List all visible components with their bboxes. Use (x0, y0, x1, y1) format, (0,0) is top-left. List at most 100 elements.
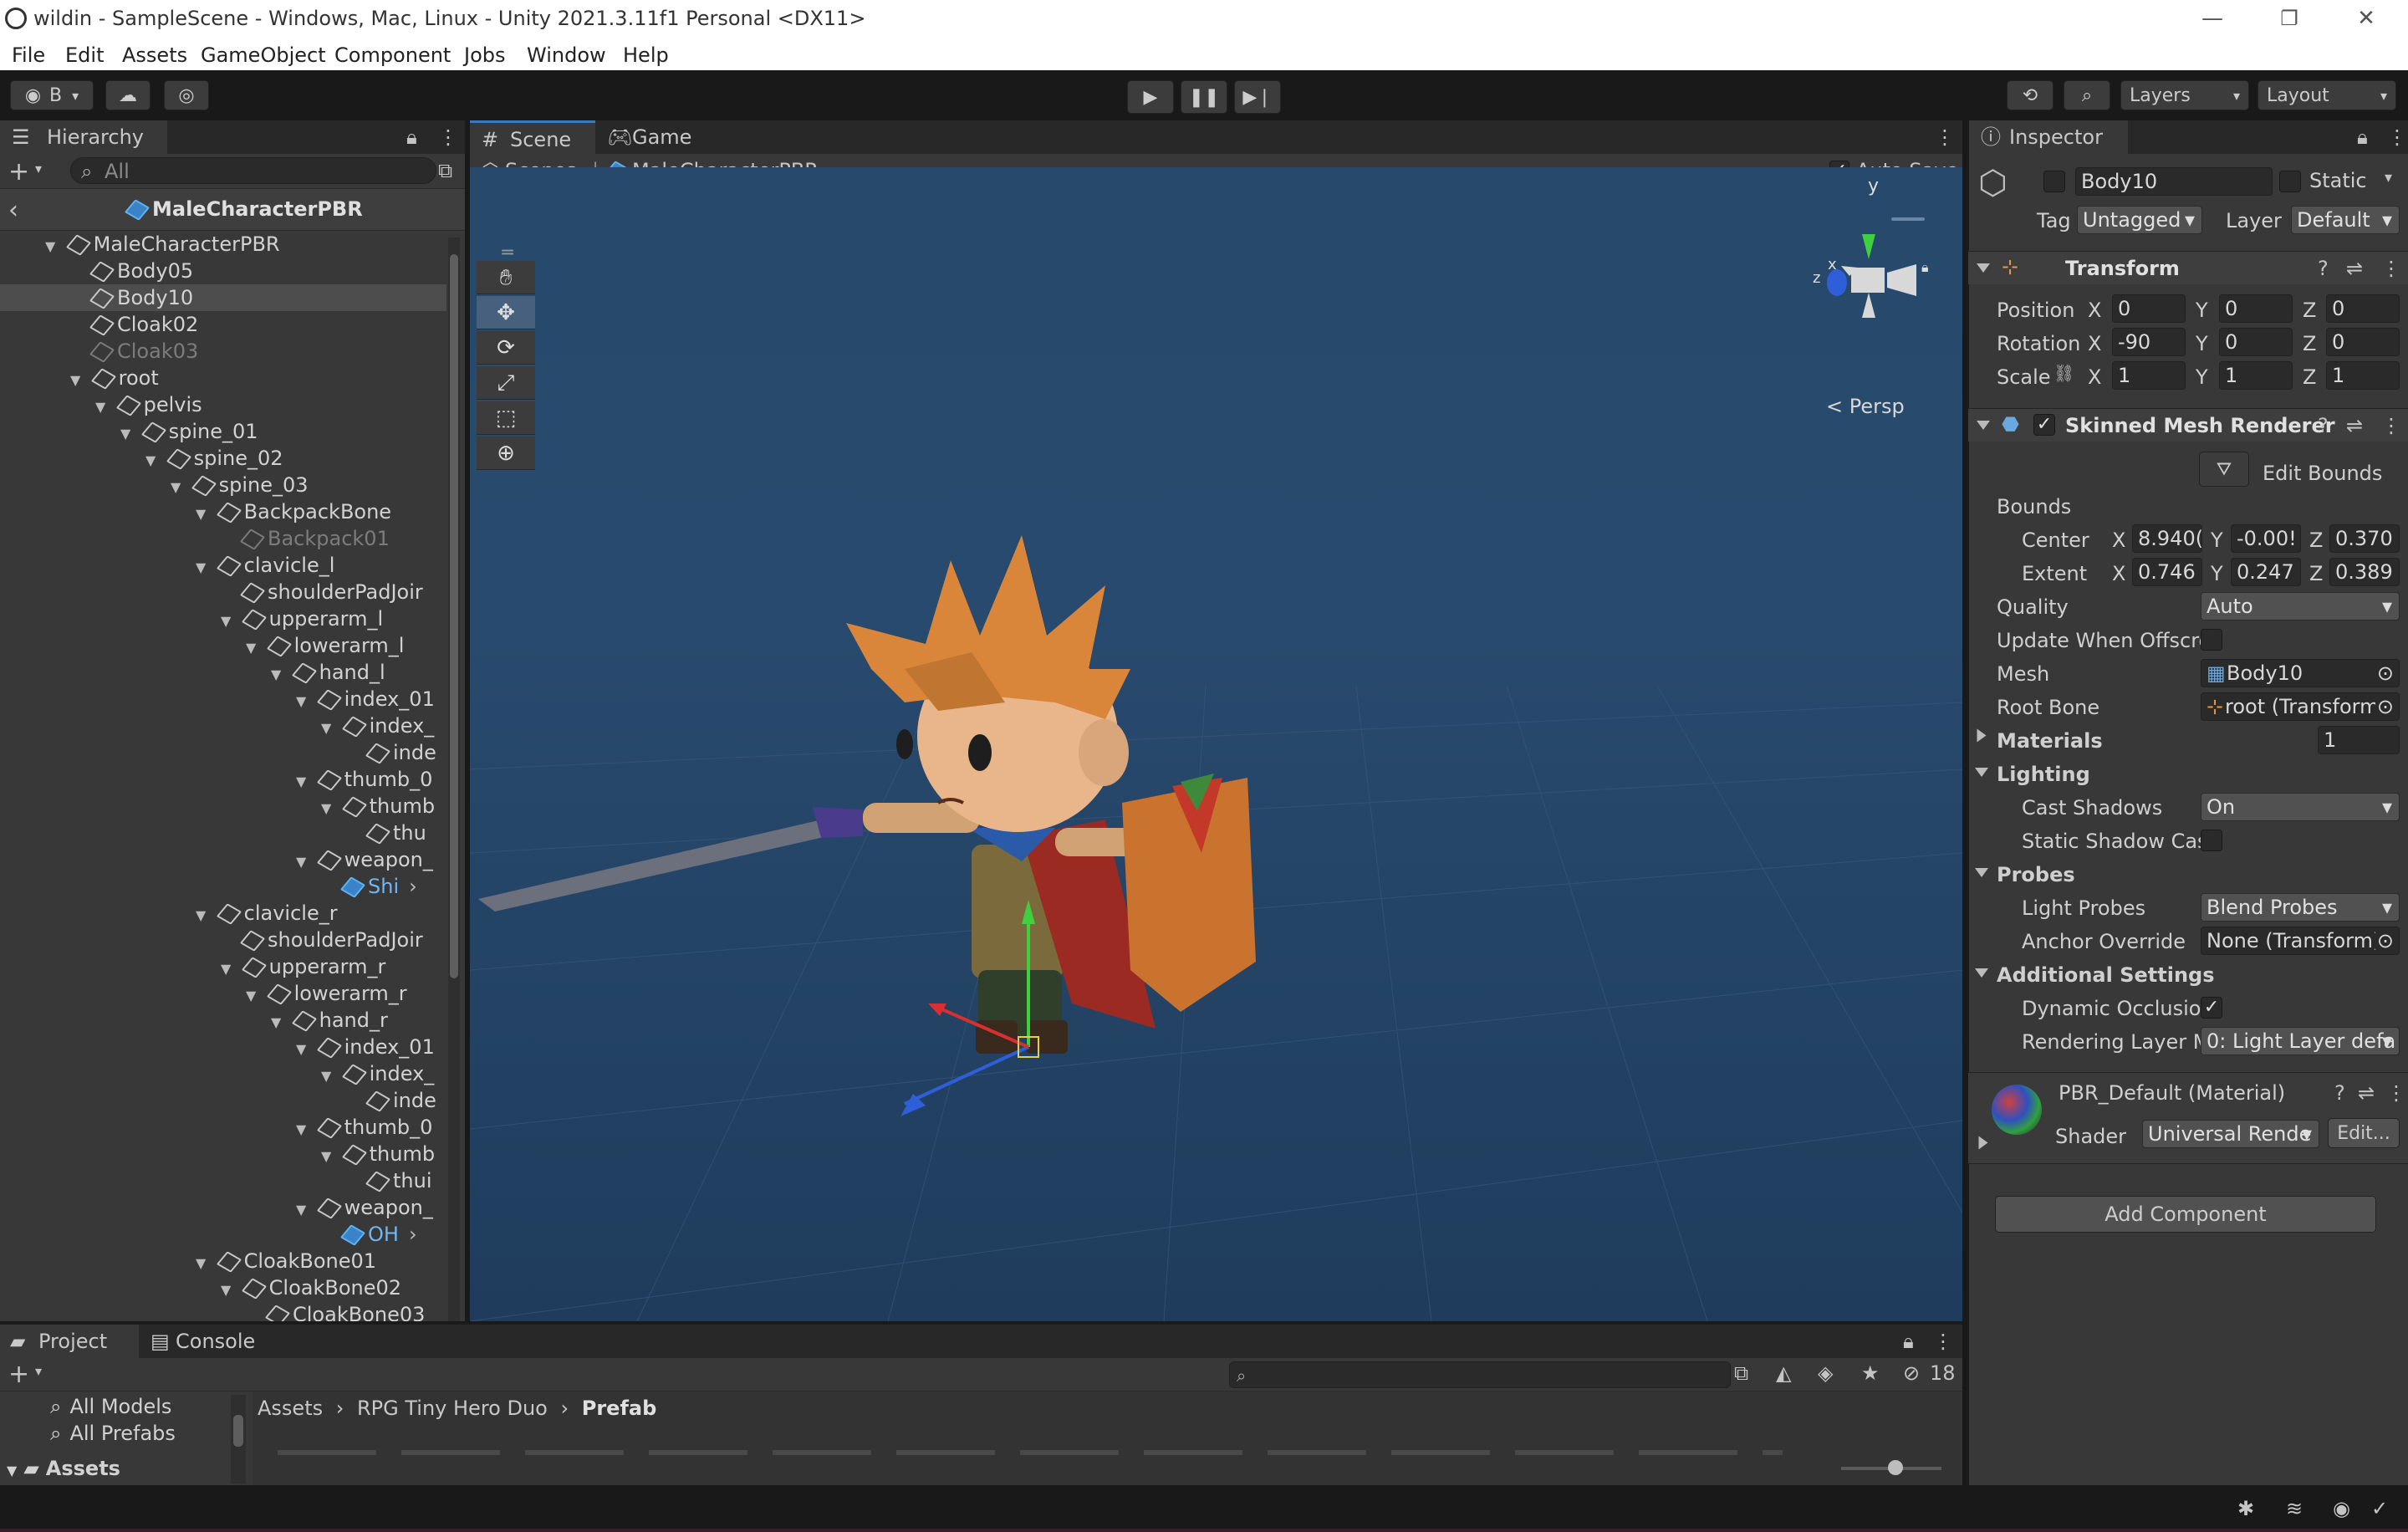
cache-server-icon[interactable]: ✓ (2371, 1497, 2388, 1520)
hierarchy-row[interactable]: ▼ MaleCharacterPBR (45, 231, 280, 258)
path-assets[interactable]: Assets (258, 1397, 323, 1420)
layer-dropdown[interactable]: Default (2291, 206, 2400, 234)
rotation-z-field[interactable]: 0 (2326, 328, 2400, 356)
expand-arrow-icon[interactable]: ▼ (221, 1277, 239, 1304)
expand-arrow-icon[interactable]: ▼ (321, 1063, 339, 1090)
edit-shader-button[interactable]: Edit... (2328, 1118, 2400, 1148)
rotation-y-field[interactable]: 0 (2219, 328, 2293, 356)
expand-arrow-icon[interactable]: ▼ (120, 421, 139, 447)
hierarchy-row[interactable]: ▼ upperarm_l (221, 605, 383, 632)
light-probes-dropdown[interactable]: Blend Probes (2201, 893, 2400, 922)
hierarchy-row[interactable]: ▼ weapon_ (296, 1194, 433, 1221)
scale-y-field[interactable]: 1 (2219, 361, 2293, 390)
gizmo-lock-icon[interactable]: 🔒︎ (1921, 259, 1929, 276)
bug-icon[interactable]: ✱ (2237, 1497, 2254, 1520)
help-icon[interactable]: ? (2318, 414, 2329, 437)
hand-tool-icon[interactable]: ✋︎ (477, 261, 535, 294)
hierarchy-row[interactable]: CloakBone03 (246, 1301, 425, 1321)
hierarchy-row[interactable]: ▼ pelvis (95, 391, 202, 418)
scene-viewport[interactable]: y x z 🔒︎ < Persp ═ ✋︎ ✥ ⟳ ⤢ ⬚ ⊕ (470, 167, 1962, 1321)
cloud-icon[interactable]: ☁ (105, 80, 150, 110)
open-prefab-chevron-icon[interactable]: › (409, 875, 417, 898)
component-menu-icon[interactable]: ⋮ (2386, 1081, 2406, 1105)
static-dropdown-icon[interactable]: ▾ (2385, 169, 2392, 186)
orientation-gizmo[interactable] (1827, 234, 1916, 318)
menu-jobs[interactable]: Jobs (464, 43, 506, 67)
projection-label[interactable]: < Persp (1826, 395, 1905, 418)
presets-icon[interactable]: ⇌ (2358, 1081, 2375, 1105)
expand-arrow-icon[interactable]: ▼ (196, 554, 214, 581)
hierarchy-row[interactable]: ▼ thumb_0 (296, 1114, 432, 1141)
expand-arrow-icon[interactable]: ▼ (246, 635, 264, 661)
expand-arrow-icon[interactable]: ▼ (296, 688, 314, 715)
debug-mode-icon[interactable]: ◉ (2333, 1497, 2350, 1520)
hierarchy-row[interactable]: ▼ BackpackBone (196, 498, 391, 525)
hierarchy-row[interactable]: ▼ spine_02 (145, 445, 283, 472)
search-icon[interactable]: ⌕ (2064, 80, 2110, 110)
hierarchy-row[interactable]: ▼ thumb_0 (296, 766, 432, 793)
hierarchy-row[interactable]: Cloak02 (70, 311, 198, 338)
tab-console[interactable]: ▤ Console (142, 1325, 276, 1358)
hierarchy-row[interactable]: Body05 (70, 258, 193, 284)
back-chevron-icon[interactable]: ‹ (8, 196, 18, 225)
assets-root-folder[interactable]: ▼ ▰ Assets (7, 1455, 120, 1482)
menu-help[interactable]: Help (623, 43, 669, 67)
expand-arrow-icon[interactable]: ▼ (196, 501, 214, 528)
hierarchy-row[interactable]: thui (346, 1167, 432, 1194)
hierarchy-row[interactable]: OH › (321, 1221, 417, 1248)
rect-tool-icon[interactable]: ⬚ (477, 401, 535, 435)
add-icon[interactable]: + (8, 157, 29, 186)
position-x-field[interactable]: 0 (2112, 294, 2186, 323)
layers-dropdown[interactable]: Layers ▾ (2120, 80, 2249, 110)
favorite-all-models[interactable]: ⌕ All Models (50, 1393, 171, 1420)
hierarchy-row[interactable]: ▼ hand_r (271, 1007, 388, 1034)
search-options-icon[interactable]: ⧉ (1734, 1361, 1748, 1385)
presets-icon[interactable]: ⇌ (2346, 257, 2363, 280)
component-menu-icon[interactable]: ⋮ (2381, 257, 2401, 280)
presets-icon[interactable]: ⇌ (2346, 414, 2363, 437)
center-z-field[interactable]: 0.370 (2329, 524, 2400, 553)
hierarchy-row[interactable]: ▼ clavicle_r (196, 900, 338, 927)
hierarchy-row[interactable]: ▼ CloakBone01 (196, 1248, 376, 1274)
hierarchy-row[interactable]: ▼ weapon_ (296, 846, 433, 873)
rendering-layer-dropdown[interactable]: 0: Light Layer defa (2201, 1027, 2400, 1055)
expand-arrow-icon[interactable]: ▼ (296, 1197, 314, 1223)
expand-arrow-icon[interactable]: ▼ (246, 983, 264, 1009)
hierarchy-row[interactable]: Shi › (321, 873, 417, 900)
link-icon[interactable]: ⛓ (2053, 363, 2074, 383)
position-z-field[interactable]: 0 (2326, 294, 2400, 323)
restore-button[interactable]: ❐ (2273, 3, 2306, 33)
kebab-menu-icon[interactable]: ⋮ (1935, 125, 1955, 149)
scrollbar-thumb[interactable] (450, 254, 458, 978)
expand-arrow-icon[interactable]: ▼ (196, 902, 214, 929)
hierarchy-row[interactable]: ▼ spine_01 (120, 418, 258, 445)
hierarchy-row[interactable]: inde (346, 739, 436, 766)
renderer-enabled-checkbox[interactable]: ✓ (2033, 414, 2055, 436)
expand-arrow-icon[interactable]: ▼ (321, 1143, 339, 1170)
additional-settings-label[interactable]: Additional Settings (1997, 963, 2215, 987)
expand-arrow-icon[interactable]: ▼ (221, 956, 239, 983)
layout-dropdown[interactable]: Layout ▾ (2258, 80, 2396, 110)
add-icon[interactable]: + (8, 1360, 29, 1389)
cast-shadows-dropdown[interactable]: On (2201, 793, 2400, 821)
extent-y-field[interactable]: 0.247 (2231, 558, 2301, 586)
menu-window[interactable]: Window (527, 43, 606, 67)
layers-status-icon[interactable]: ≋ (2286, 1497, 2303, 1520)
quality-dropdown[interactable]: Auto (2201, 592, 2400, 620)
help-icon[interactable]: ? (2334, 1081, 2345, 1105)
mesh-field[interactable]: ▦ Body10 ⊙ (2201, 659, 2400, 687)
additional-settings-expand-icon[interactable] (1975, 968, 1988, 978)
object-picker-icon[interactable]: ⊙ (2375, 693, 2394, 720)
project-search-input[interactable]: ⌕ (1229, 1361, 1731, 1388)
lock-icon[interactable]: 🔒︎ (2357, 125, 2368, 149)
hierarchy-row[interactable]: ▼ clavicle_l (196, 552, 334, 579)
expand-arrow-icon[interactable]: ▼ (221, 608, 239, 635)
tab-project[interactable]: ▰ Project (0, 1325, 139, 1358)
lighting-label[interactable]: Lighting (1997, 763, 2090, 786)
expand-arrow-icon[interactable]: ▼ (321, 795, 339, 822)
transform-header[interactable]: ⊹ Transform ? ⇌ ⋮ (1968, 251, 2408, 284)
expand-arrow-icon[interactable]: ▼ (196, 1250, 214, 1277)
filter-by-label-icon[interactable]: ◈ (1818, 1361, 1833, 1385)
dynamic-occlusion-checkbox[interactable]: ✓ (2201, 997, 2222, 1019)
search-options-icon[interactable]: ⧉ (438, 159, 452, 182)
